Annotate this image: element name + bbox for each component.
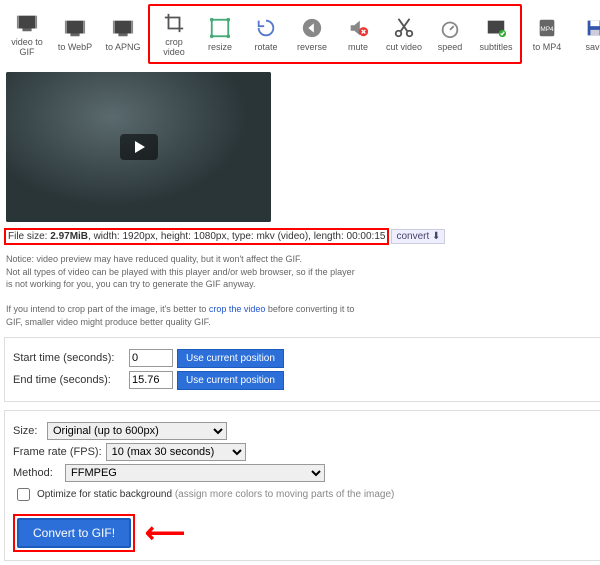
rotate-icon xyxy=(254,16,278,40)
start-time-input[interactable] xyxy=(129,349,173,367)
method-select[interactable]: FFMPEG xyxy=(65,464,325,482)
convert-button[interactable]: Convert to GIF! xyxy=(17,518,131,548)
highlighted-tools: crop video resize rotate reverse mute cu… xyxy=(148,4,522,64)
film-icon xyxy=(111,16,135,40)
tool-resize[interactable]: resize xyxy=(197,7,243,61)
tool-label: to APNG xyxy=(105,42,140,52)
scissors-icon xyxy=(392,16,416,40)
optimize-checkbox[interactable] xyxy=(17,488,30,501)
save-icon xyxy=(583,16,600,40)
convert-highlight: Convert to GIF! xyxy=(13,514,135,552)
tool-label: reverse xyxy=(297,42,327,52)
subtitles-icon xyxy=(484,16,508,40)
file-info: File size: 2.97MiB, width: 1920px, heigh… xyxy=(4,228,389,245)
time-panel: Start time (seconds): Use current positi… xyxy=(4,337,600,402)
tool-to-webp[interactable]: to WebP xyxy=(52,4,98,64)
mp4-icon: MP4 xyxy=(535,16,559,40)
tool-label: mute xyxy=(348,42,368,52)
tool-speed[interactable]: speed xyxy=(427,7,473,61)
tool-label: save xyxy=(585,42,600,52)
tool-label: subtitles xyxy=(479,42,512,52)
convert-link[interactable]: convert ⬇ xyxy=(391,229,445,244)
tool-label: crop video xyxy=(155,37,193,57)
file-info-prefix: File size: xyxy=(8,231,50,242)
tool-label: to WebP xyxy=(58,42,92,52)
use-position-end[interactable]: Use current position xyxy=(177,371,284,390)
tool-label: rotate xyxy=(254,42,277,52)
mute-icon xyxy=(346,16,370,40)
file-size: 2.97MiB xyxy=(50,231,88,242)
notice-text: Notice: video preview may have reduced q… xyxy=(6,253,600,329)
tool-label: video to GIF xyxy=(8,37,46,57)
end-time-label: End time (seconds): xyxy=(13,374,125,386)
reverse-icon xyxy=(300,16,324,40)
size-label: Size: xyxy=(13,425,43,437)
tool-to-mp4[interactable]: MP4 to MP4 xyxy=(524,4,570,64)
method-label: Method: xyxy=(13,467,61,479)
fps-label: Frame rate (FPS): xyxy=(13,446,102,458)
tool-reverse[interactable]: reverse xyxy=(289,7,335,61)
tool-subtitles[interactable]: subtitles xyxy=(473,7,519,61)
tool-label: resize xyxy=(208,42,232,52)
crop-icon xyxy=(162,11,186,35)
size-select[interactable]: Original (up to 600px) xyxy=(47,422,227,440)
video-preview[interactable] xyxy=(6,72,271,222)
crop-video-link[interactable]: crop the video xyxy=(209,304,266,314)
tool-label: cut video xyxy=(386,42,422,52)
file-info-rest: , width: 1920px, height: 1080px, type: m… xyxy=(88,231,385,242)
arrow-icon: ⟵ xyxy=(145,516,185,549)
speed-icon xyxy=(438,16,462,40)
tool-to-apng[interactable]: to APNG xyxy=(100,4,146,64)
tool-mute[interactable]: mute xyxy=(335,7,381,61)
play-button-icon[interactable] xyxy=(120,134,158,160)
end-time-input[interactable] xyxy=(129,371,173,389)
resize-icon xyxy=(208,16,232,40)
options-panel: Size: Original (up to 600px) Frame rate … xyxy=(4,410,600,561)
tool-label: to MP4 xyxy=(533,42,562,52)
tool-cut-video[interactable]: cut video xyxy=(381,7,427,61)
tool-video-to-gif[interactable]: video to GIF xyxy=(4,4,50,64)
film-icon xyxy=(63,16,87,40)
optimize-label: Optimize for static background (assign m… xyxy=(37,489,394,500)
fps-select[interactable]: 10 (max 30 seconds) xyxy=(106,443,246,461)
start-time-label: Start time (seconds): xyxy=(13,352,125,364)
tool-rotate[interactable]: rotate xyxy=(243,7,289,61)
tool-crop-video[interactable]: crop video xyxy=(151,7,197,61)
toolbar: video to GIF to WebP to APNG crop video … xyxy=(4,4,600,64)
svg-text:MP4: MP4 xyxy=(540,26,554,33)
use-position-start[interactable]: Use current position xyxy=(177,349,284,368)
tool-save[interactable]: save xyxy=(572,4,600,64)
tool-label: speed xyxy=(438,42,463,52)
film-icon xyxy=(15,11,39,35)
